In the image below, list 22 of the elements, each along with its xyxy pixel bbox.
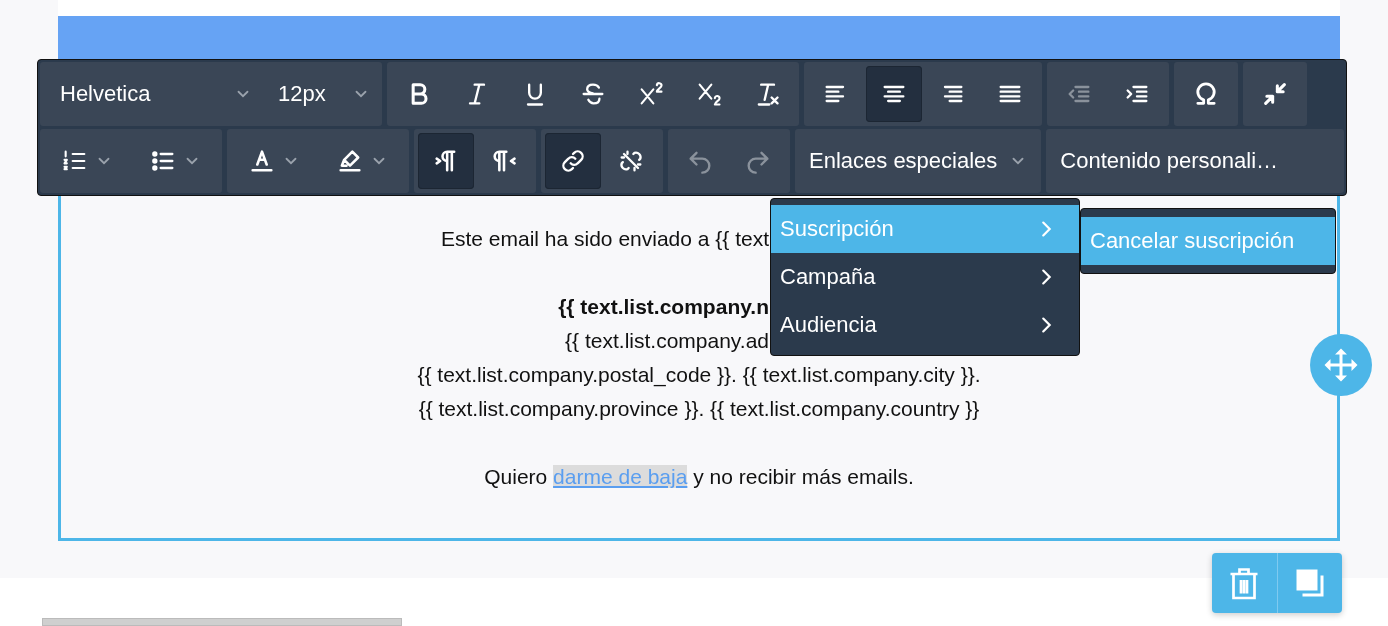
footer-text: Este email ha sido enviado a {{ text: [440, 226, 769, 252]
align-center-button[interactable]: [866, 66, 922, 122]
insert-dropdown[interactable]: Enlaces especiales: [795, 129, 1042, 193]
insert-dropdown[interactable]: Contenido personali…: [1046, 129, 1344, 193]
page-thumbnail[interactable]: [42, 618, 402, 626]
footer-text: {{ text.list.company.n: [558, 294, 769, 320]
font-select[interactable]: Helvetica: [44, 66, 260, 122]
menu-item[interactable]: Audiencia: [771, 301, 1079, 349]
menu-item[interactable]: Campaña: [771, 253, 1079, 301]
footer-text: {{ text.list.company.province }}. {{ text.list.company.country }}: [418, 396, 980, 422]
paragraph-rtl-icon: [490, 147, 518, 175]
collapse-icon: [1261, 80, 1289, 108]
footer-text: {{ text.list.company.postal_code }}. {{ text.list.company.city }}.: [417, 362, 981, 389]
move-icon: [1323, 347, 1359, 383]
highlighter-icon: [336, 147, 364, 175]
link-icon: [559, 147, 587, 175]
link-button[interactable]: [545, 133, 601, 189]
unsubscribe-sentence: Quiero darme de baja y no recibir más emails.: [484, 464, 914, 490]
footer-text: {{ text.list.company.ad: [565, 328, 769, 354]
font-select[interactable]: 12px: [262, 66, 378, 122]
text-color-icon: [248, 147, 276, 175]
paragraph-ltr-button[interactable]: [418, 133, 474, 189]
